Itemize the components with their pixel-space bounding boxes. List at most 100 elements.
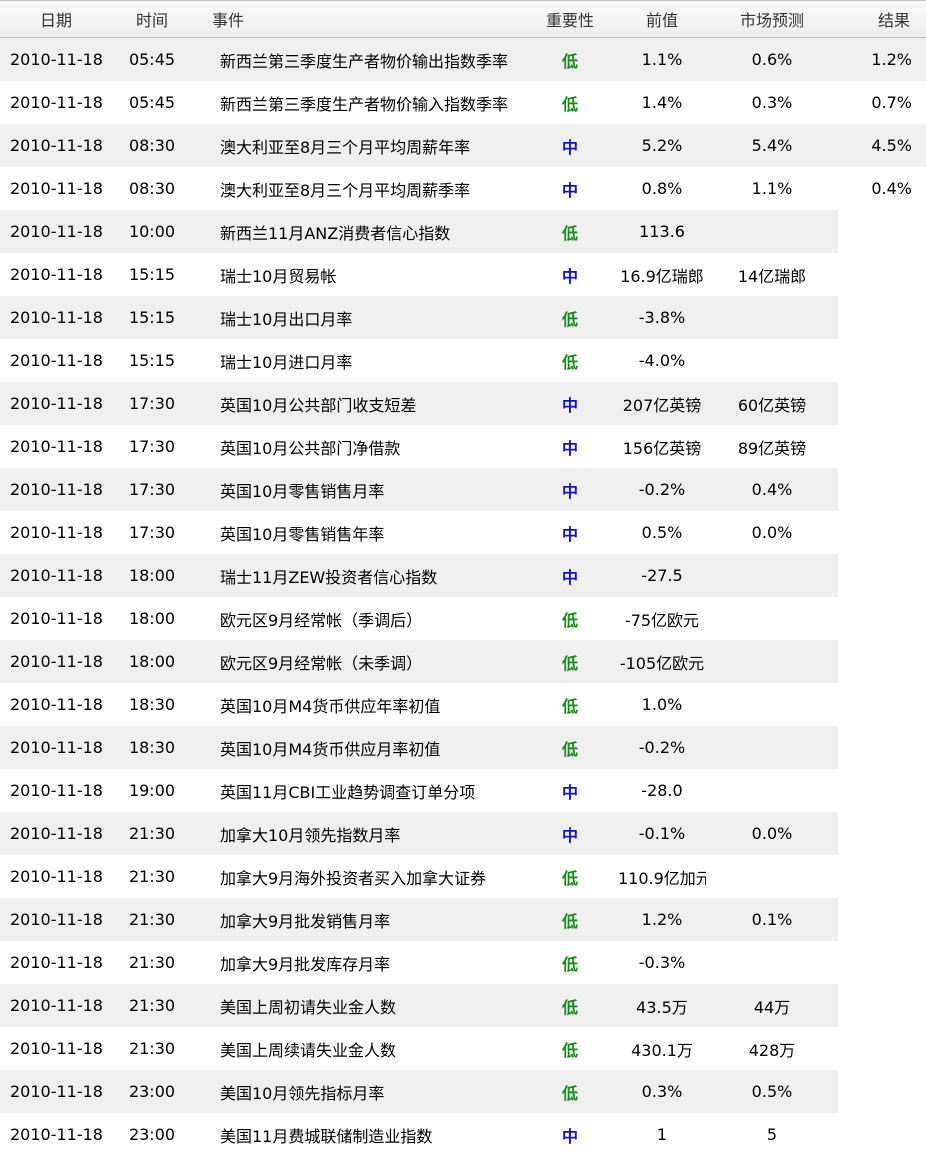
table-row[interactable]: 2010-11-18 21:30 美国上周续请失业金人数低 430.1万 428万: [0, 1027, 926, 1070]
table-header-row: 日期 时间 事件 重要性 前值 市场预测 结果: [0, 0, 926, 38]
actual-value: [838, 726, 926, 769]
table-row[interactable]: 2010-11-18 17:30 英国10月零售销售年率中 0.5% 0.0%: [0, 511, 926, 554]
actual-value: [838, 941, 926, 984]
event-date: 2010-11-18: [0, 81, 112, 124]
previous-value: 16.9亿瑞郎: [618, 253, 706, 296]
actual-value: 1.2%: [838, 37, 926, 81]
header-time[interactable]: 时间: [112, 0, 204, 38]
event-name: 欧元区9月经常帐（未季调）: [204, 640, 522, 683]
event-time: 21:30: [112, 984, 204, 1027]
previous-value: 113.6: [618, 210, 706, 253]
event-name: 美国10月领先指标月率: [204, 1070, 522, 1113]
table-row[interactable]: 2010-11-18 15:15 瑞士10月出口月率低 -3.8%: [0, 296, 926, 339]
header-forecast[interactable]: 市场预测: [706, 0, 838, 38]
forecast-value: 14亿瑞郎: [706, 253, 838, 296]
importance-badge: 低: [522, 296, 618, 339]
previous-value: 1.1%: [618, 37, 706, 81]
table-row[interactable]: 2010-11-18 15:15 瑞士10月贸易帐中 16.9亿瑞郎 14亿瑞郎: [0, 253, 926, 296]
actual-value: 4.5%: [838, 124, 926, 167]
forecast-value: 60亿英镑: [706, 382, 838, 425]
event-date: 2010-11-18: [0, 37, 112, 81]
table-row[interactable]: 2010-11-18 18:00 欧元区9月经常帐（季调后）低 -75亿欧元: [0, 597, 926, 640]
event-name: 澳大利亚至8月三个月平均周薪年率: [204, 124, 522, 167]
previous-value: -3.8%: [618, 296, 706, 339]
table-row[interactable]: 2010-11-18 05:45 新西兰第三季度生产者物价输入指数季率低 1.4% 0.…: [0, 81, 926, 124]
event-date: 2010-11-18: [0, 554, 112, 597]
table-row[interactable]: 2010-11-18 17:30 英国10月零售销售月率中 -0.2% 0.4%: [0, 468, 926, 511]
event-time: 21:30: [112, 1027, 204, 1070]
event-name: 瑞士10月进口月率: [204, 339, 522, 382]
forecast-value: [706, 855, 838, 898]
previous-value: 0.5%: [618, 511, 706, 554]
forecast-value: [706, 210, 838, 253]
event-name: 加拿大9月批发销售月率: [204, 898, 522, 941]
actual-value: [838, 1113, 926, 1156]
previous-value: 43.5万: [618, 984, 706, 1027]
forecast-value: [706, 769, 838, 812]
event-date: 2010-11-18: [0, 597, 112, 640]
importance-badge: 低: [522, 640, 618, 683]
event-name: 瑞士10月出口月率: [204, 296, 522, 339]
forecast-value: 89亿英镑: [706, 425, 838, 468]
previous-value: -28.0: [618, 769, 706, 812]
actual-value: [838, 597, 926, 640]
table-row[interactable]: 2010-11-18 08:30 澳大利亚至8月三个月平均周薪年率中 5.2% 5.4%…: [0, 124, 926, 167]
table-row[interactable]: 2010-11-18 18:00 瑞士11月ZEW投资者信心指数中 -27.5: [0, 554, 926, 597]
previous-value: -105亿欧元: [618, 640, 706, 683]
actual-value: [838, 554, 926, 597]
table-row[interactable]: 2010-11-18 17:30 英国10月公共部门净借款中 156亿英镑 89亿英镑: [0, 425, 926, 468]
header-event[interactable]: 事件: [204, 0, 522, 38]
header-date[interactable]: 日期: [0, 0, 112, 38]
event-time: 10:00: [112, 210, 204, 253]
table-row[interactable]: 2010-11-18 15:15 瑞士10月进口月率低 -4.0%: [0, 339, 926, 382]
table-row[interactable]: 2010-11-18 21:30 加拿大9月海外投资者买入加拿大证券低 110.9亿加…: [0, 855, 926, 898]
previous-value: 430.1万: [618, 1027, 706, 1070]
event-name: 英国11月CBI工业趋势调查订单分项: [204, 769, 522, 812]
event-date: 2010-11-18: [0, 425, 112, 468]
actual-value: [838, 1027, 926, 1070]
economic-calendar-table: 日期 时间 事件 重要性 前值 市场预测 结果 2010-11-18 05:45 新…: [0, 0, 926, 1156]
event-name: 新西兰第三季度生产者物价输入指数季率: [204, 81, 522, 124]
actual-value: [838, 296, 926, 339]
table-row[interactable]: 2010-11-18 08:30 澳大利亚至8月三个月平均周薪季率中 0.8% 1.1%…: [0, 167, 926, 210]
event-date: 2010-11-18: [0, 683, 112, 726]
table-row[interactable]: 2010-11-18 21:30 加拿大9月批发库存月率低 -0.3%: [0, 941, 926, 984]
table-row[interactable]: 2010-11-18 17:30 英国10月公共部门收支短差中 207亿英镑 60亿英镑: [0, 382, 926, 425]
event-time: 15:15: [112, 296, 204, 339]
previous-value: 207亿英镑: [618, 382, 706, 425]
table-row[interactable]: 2010-11-18 18:00 欧元区9月经常帐（未季调）低 -105亿欧元: [0, 640, 926, 683]
actual-value: [838, 1070, 926, 1113]
event-name: 英国10月零售销售年率: [204, 511, 522, 554]
table-row[interactable]: 2010-11-18 10:00 新西兰11月ANZ消费者信心指数低 113.6: [0, 210, 926, 253]
previous-value: 1: [618, 1113, 706, 1156]
event-date: 2010-11-18: [0, 1027, 112, 1070]
table-row[interactable]: 2010-11-18 23:00 美国10月领先指标月率低 0.3% 0.5%: [0, 1070, 926, 1113]
table-row[interactable]: 2010-11-18 19:00 英国11月CBI工业趋势调查订单分项中 -28.0: [0, 769, 926, 812]
table-row[interactable]: 2010-11-18 23:00 美国11月费城联储制造业指数中 1 5: [0, 1113, 926, 1156]
event-name: 美国上周初请失业金人数: [204, 984, 522, 1027]
importance-badge: 低: [522, 1070, 618, 1113]
forecast-value: 0.4%: [706, 468, 838, 511]
actual-value: [838, 511, 926, 554]
event-name: 瑞士10月贸易帐: [204, 253, 522, 296]
table-row[interactable]: 2010-11-18 21:30 加拿大9月批发销售月率低 1.2% 0.1%: [0, 898, 926, 941]
event-name: 美国11月费城联储制造业指数: [204, 1113, 522, 1156]
table-row[interactable]: 2010-11-18 21:30 美国上周初请失业金人数低 43.5万 44万: [0, 984, 926, 1027]
table-row[interactable]: 2010-11-18 21:30 加拿大10月领先指数月率中 -0.1% 0.0%: [0, 812, 926, 855]
header-previous[interactable]: 前值: [618, 0, 706, 38]
table-row[interactable]: 2010-11-18 05:45 新西兰第三季度生产者物价输出指数季率低 1.1% 0.…: [0, 37, 926, 81]
importance-badge: 低: [522, 81, 618, 124]
actual-value: [838, 812, 926, 855]
forecast-value: [706, 597, 838, 640]
header-actual[interactable]: 结果: [838, 0, 926, 38]
event-time: 21:30: [112, 812, 204, 855]
table-row[interactable]: 2010-11-18 18:30 英国10月M4货币供应月率初值低 -0.2%: [0, 726, 926, 769]
event-time: 18:30: [112, 683, 204, 726]
actual-value: [838, 984, 926, 1027]
table-row[interactable]: 2010-11-18 18:30 英国10月M4货币供应年率初值低 1.0%: [0, 683, 926, 726]
actual-value: [838, 339, 926, 382]
header-importance[interactable]: 重要性: [522, 0, 618, 38]
importance-badge: 低: [522, 941, 618, 984]
previous-value: -27.5: [618, 554, 706, 597]
event-name: 新西兰11月ANZ消费者信心指数: [204, 210, 522, 253]
